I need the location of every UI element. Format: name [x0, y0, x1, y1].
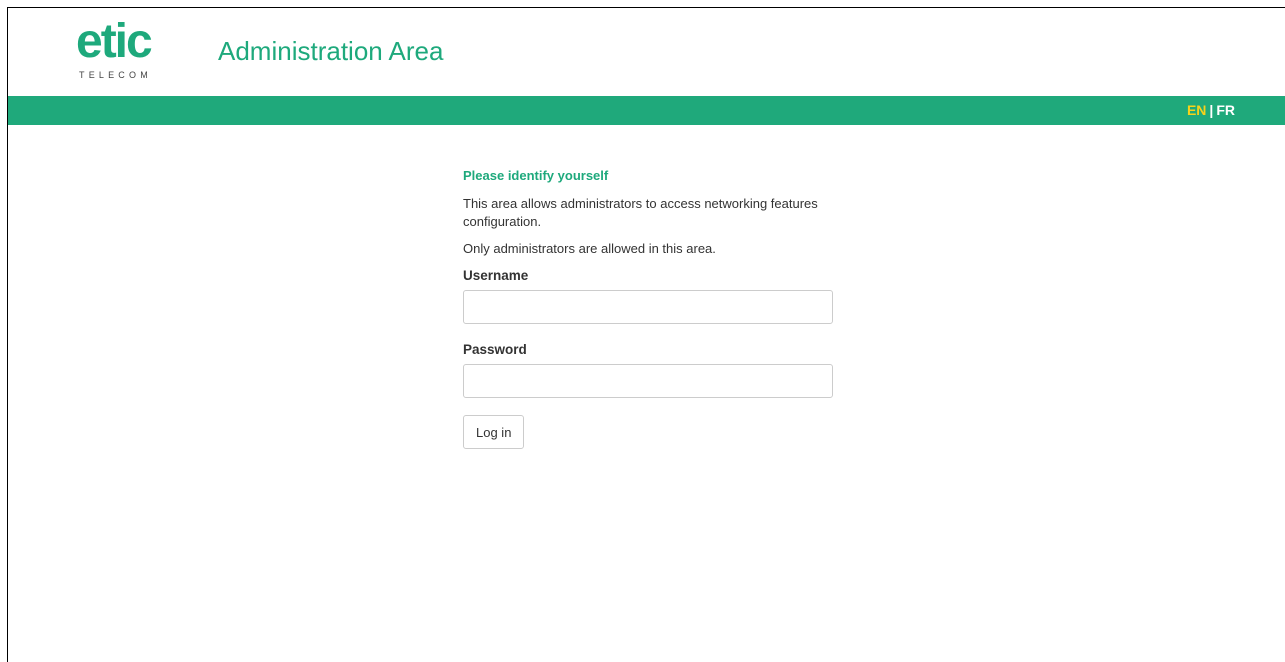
password-label: Password [463, 342, 527, 357]
username-label: Username [463, 268, 529, 283]
etic-telecom-logo: etic TELECOM [76, 16, 176, 86]
page-title: Administration Area [218, 36, 444, 66]
language-fr-link[interactable]: FR [1216, 102, 1235, 118]
browser-viewport: etic TELECOM Administration Area EN | FR P… [7, 7, 1285, 662]
username-field[interactable] [463, 290, 833, 324]
login-panel: Please identify yourself This area allow… [463, 168, 835, 449]
login-button[interactable]: Log in [463, 415, 525, 449]
page-header: etic TELECOM Administration Area [8, 8, 1285, 96]
login-description: This area allows administrators to acces… [463, 196, 818, 229]
language-en-link[interactable]: EN [1187, 102, 1206, 118]
language-bar: EN | FR [8, 96, 1285, 125]
language-separator: | [1209, 102, 1214, 118]
logo-wordmark: etic [76, 15, 153, 68]
language-switcher: EN | FR [1187, 102, 1235, 118]
login-notice: Only administrators are allowed in this … [463, 241, 716, 256]
logo-subtitle: TELECOM [79, 70, 152, 80]
password-field[interactable] [463, 364, 833, 398]
login-heading: Please identify yourself [463, 168, 609, 183]
